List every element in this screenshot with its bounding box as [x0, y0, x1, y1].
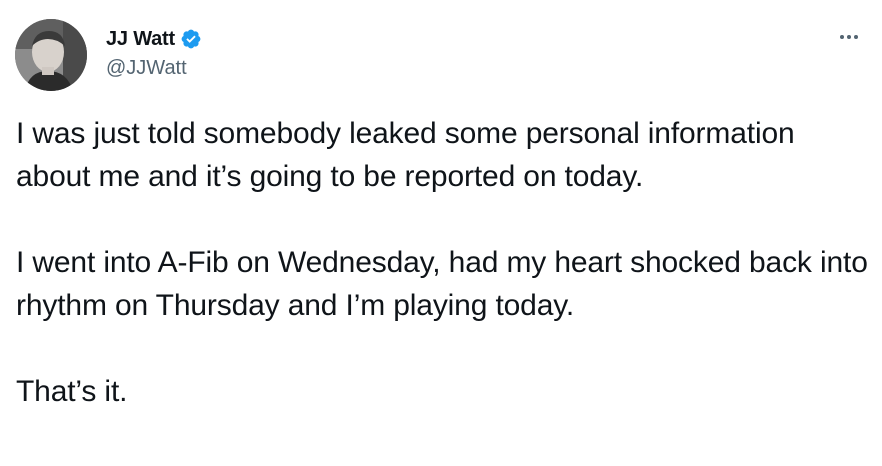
tweet-paragraph: I was just told somebody leaked some per… [16, 117, 795, 193]
author-handle[interactable]: @JJWatt [106, 55, 202, 81]
verified-badge-icon [180, 28, 202, 50]
avatar-photo [15, 19, 87, 91]
name-row: JJ Watt [106, 26, 202, 52]
tweet-paragraph: That’s it. [16, 375, 128, 408]
author-info: JJ Watt @JJWatt [106, 26, 202, 81]
tweet-card: JJ Watt @JJWatt I was just told somebody… [0, 0, 882, 466]
tweet-text: I was just told somebody leaked some per… [16, 112, 871, 413]
more-options-icon [854, 35, 858, 39]
more-options-icon [840, 35, 844, 39]
avatar[interactable] [15, 19, 87, 91]
more-options-button[interactable] [836, 27, 862, 47]
tweet-paragraph: I went into A-Fib on Wednesday, had my h… [16, 246, 868, 322]
more-options-icon [847, 35, 851, 39]
author-display-name[interactable]: JJ Watt [106, 26, 175, 52]
